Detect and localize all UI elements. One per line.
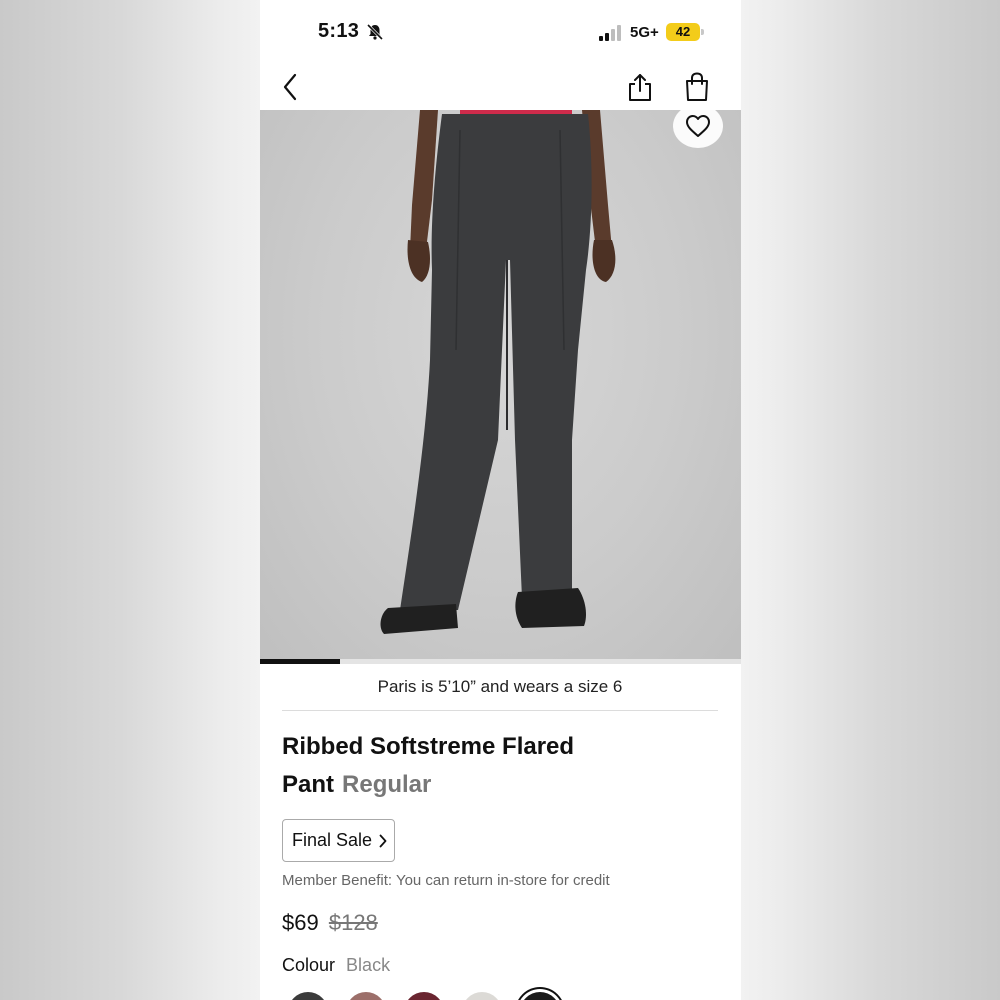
wishlist-button[interactable] [673, 104, 723, 148]
colour-row: Colour Black [282, 955, 390, 976]
shopping-bag-icon [686, 72, 708, 101]
colour-swatch[interactable] [462, 992, 502, 1000]
chevron-left-icon [283, 73, 297, 101]
member-benefit: Member Benefit: You can return in-store … [282, 872, 610, 889]
final-sale-label: Final Sale [292, 830, 373, 850]
share-button[interactable] [622, 68, 658, 106]
nav-bar [260, 64, 741, 110]
product-fit: Regular [342, 771, 432, 798]
colour-value: Black [346, 955, 391, 975]
original-price: $128 [328, 910, 378, 935]
heart-icon [686, 115, 710, 137]
signal-icon [599, 25, 621, 41]
model-info: Paris is 5’10” and wears a size 6 [282, 672, 718, 711]
back-button[interactable] [272, 68, 308, 106]
shopping-bag-button[interactable] [679, 68, 715, 106]
battery-tip [701, 29, 704, 35]
network-type: 5G+ [630, 24, 659, 41]
price-row: $69 $128 [282, 910, 378, 936]
final-sale-button[interactable]: Final Sale [282, 819, 395, 862]
colour-label: Colour [282, 955, 336, 975]
status-time: 5:13 [318, 20, 360, 42]
sale-price: $69 [282, 910, 319, 935]
battery-level: 42 [666, 23, 700, 41]
product-photo [380, 110, 616, 634]
status-bar: 5:13 5G+ 42 [260, 0, 741, 64]
product-image[interactable] [260, 110, 741, 664]
phone-screen: 5:13 5G+ 42 Paris is 5’10” and wears a s… [260, 0, 741, 1000]
colour-swatch[interactable] [346, 992, 386, 1000]
gallery-progress [260, 659, 741, 664]
product-title: Ribbed Softstreme Flared Pant Regular [282, 728, 722, 804]
colour-swatch[interactable] [404, 992, 444, 1000]
gallery-progress-indicator [260, 659, 340, 664]
colour-swatch[interactable] [520, 992, 560, 1000]
chevron-right-icon [379, 834, 387, 847]
bell-muted-icon [366, 23, 384, 41]
share-icon [629, 74, 651, 101]
colour-swatch[interactable] [288, 992, 328, 1000]
